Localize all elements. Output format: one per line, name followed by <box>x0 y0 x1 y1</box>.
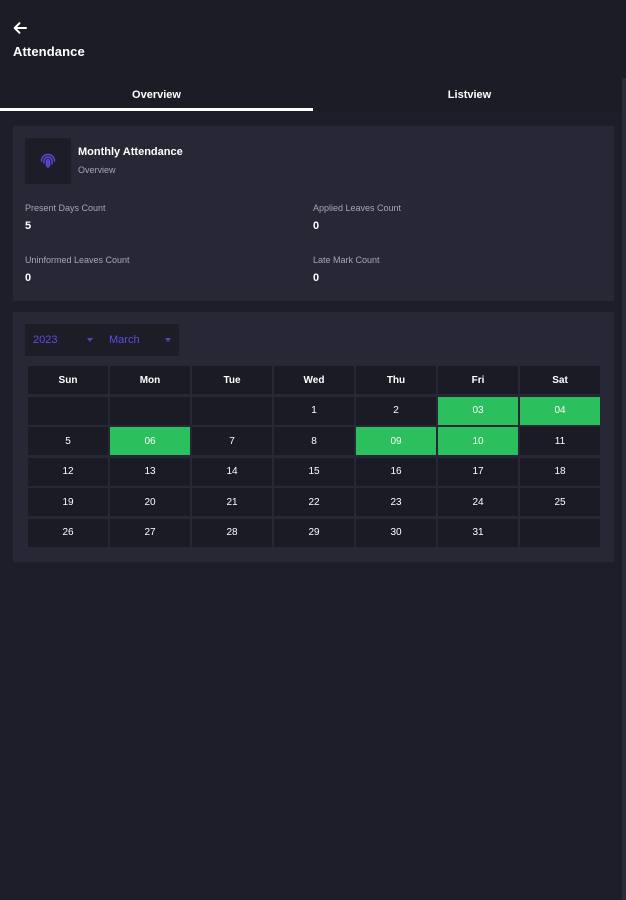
calendar-day[interactable]: 2 <box>356 396 436 425</box>
arrow-left-icon[interactable] <box>10 18 30 38</box>
calendar-day[interactable]: 31 <box>438 518 518 547</box>
applied-leaves-value: 0 <box>313 220 320 232</box>
calendar-day[interactable]: 27 <box>110 518 190 547</box>
page-title: Attendance <box>13 44 85 59</box>
month-select[interactable]: March <box>101 324 179 356</box>
weekday-header: Mon <box>110 366 190 394</box>
year-select[interactable]: 2023 <box>25 324 101 356</box>
calendar-day[interactable]: 25 <box>520 488 600 516</box>
calendar-empty-cell <box>110 396 190 425</box>
calendar-empty-cell <box>192 396 272 425</box>
calendar-day[interactable]: 16 <box>356 457 436 486</box>
calendar-day[interactable]: 18 <box>520 457 600 486</box>
calendar-day[interactable]: 5 <box>28 427 108 455</box>
late-mark-label: Late Mark Count <box>313 255 380 265</box>
calendar-day[interactable]: 1 <box>274 396 354 425</box>
weekday-header: Fri <box>438 366 518 394</box>
weekday-header: Wed <box>274 366 354 394</box>
tab-bar: Overview Listview <box>0 78 626 111</box>
calendar-empty-cell <box>520 518 600 547</box>
tab-overview[interactable]: Overview <box>0 78 313 111</box>
calendar-empty-cell <box>28 396 108 425</box>
calendar-day[interactable]: 22 <box>274 488 354 516</box>
weekday-header: Sun <box>28 366 108 394</box>
calendar-day[interactable]: 29 <box>274 518 354 547</box>
calendar-day[interactable]: 17 <box>438 457 518 486</box>
month-value: March <box>109 334 140 346</box>
calendar-day[interactable]: 13 <box>110 457 190 486</box>
calendar-day[interactable]: 30 <box>356 518 436 547</box>
calendar-day-present[interactable]: 10 <box>438 427 518 455</box>
present-days-value: 5 <box>25 220 32 232</box>
calendar-day[interactable]: 21 <box>192 488 272 516</box>
calendar-day-present[interactable]: 09 <box>356 427 436 455</box>
calendar-day[interactable]: 14 <box>192 457 272 486</box>
card-subtitle: Overview <box>78 165 116 175</box>
chevron-down-icon <box>87 338 93 342</box>
calendar-day[interactable]: 12 <box>28 457 108 486</box>
calendar-day[interactable]: 26 <box>28 518 108 547</box>
calendar-day[interactable]: 7 <box>192 427 272 455</box>
scrollbar[interactable] <box>622 78 626 900</box>
late-mark-value: 0 <box>313 272 320 284</box>
uninformed-leaves-label: Uninformed Leaves Count <box>25 255 130 265</box>
fingerprint-icon <box>25 138 71 184</box>
present-days-label: Present Days Count <box>25 203 106 213</box>
chevron-down-icon <box>165 338 171 342</box>
calendar-day[interactable]: 19 <box>28 488 108 516</box>
calendar-day[interactable]: 8 <box>274 427 354 455</box>
applied-leaves-label: Applied Leaves Count <box>313 203 402 213</box>
uninformed-leaves-value: 0 <box>25 272 32 284</box>
calendar-day[interactable]: 23 <box>356 488 436 516</box>
weekday-header: Tue <box>192 366 272 394</box>
calendar-day[interactable]: 24 <box>438 488 518 516</box>
calendar-day-present[interactable]: 06 <box>110 427 190 455</box>
calendar-card: 2023 March Sun Mon Tue Wed Thu Fri Sat 1 2 03 04 5 0… <box>13 312 614 562</box>
weekday-header: Sat <box>520 366 600 394</box>
calendar-day[interactable]: 20 <box>110 488 190 516</box>
card-title: Monthly Attendance <box>78 146 183 158</box>
calendar-day[interactable]: 11 <box>520 427 600 455</box>
tab-listview[interactable]: Listview <box>313 78 626 111</box>
calendar-day-present[interactable]: 04 <box>520 396 600 425</box>
weekday-header: Thu <box>356 366 436 394</box>
year-value: 2023 <box>33 334 58 346</box>
calendar-day-present[interactable]: 03 <box>438 396 518 425</box>
monthly-attendance-card: Monthly Attendance Overview Present Days… <box>13 126 614 301</box>
calendar-day[interactable]: 15 <box>274 457 354 486</box>
app-bar: Attendance <box>0 0 626 78</box>
calendar-day[interactable]: 28 <box>192 518 272 547</box>
